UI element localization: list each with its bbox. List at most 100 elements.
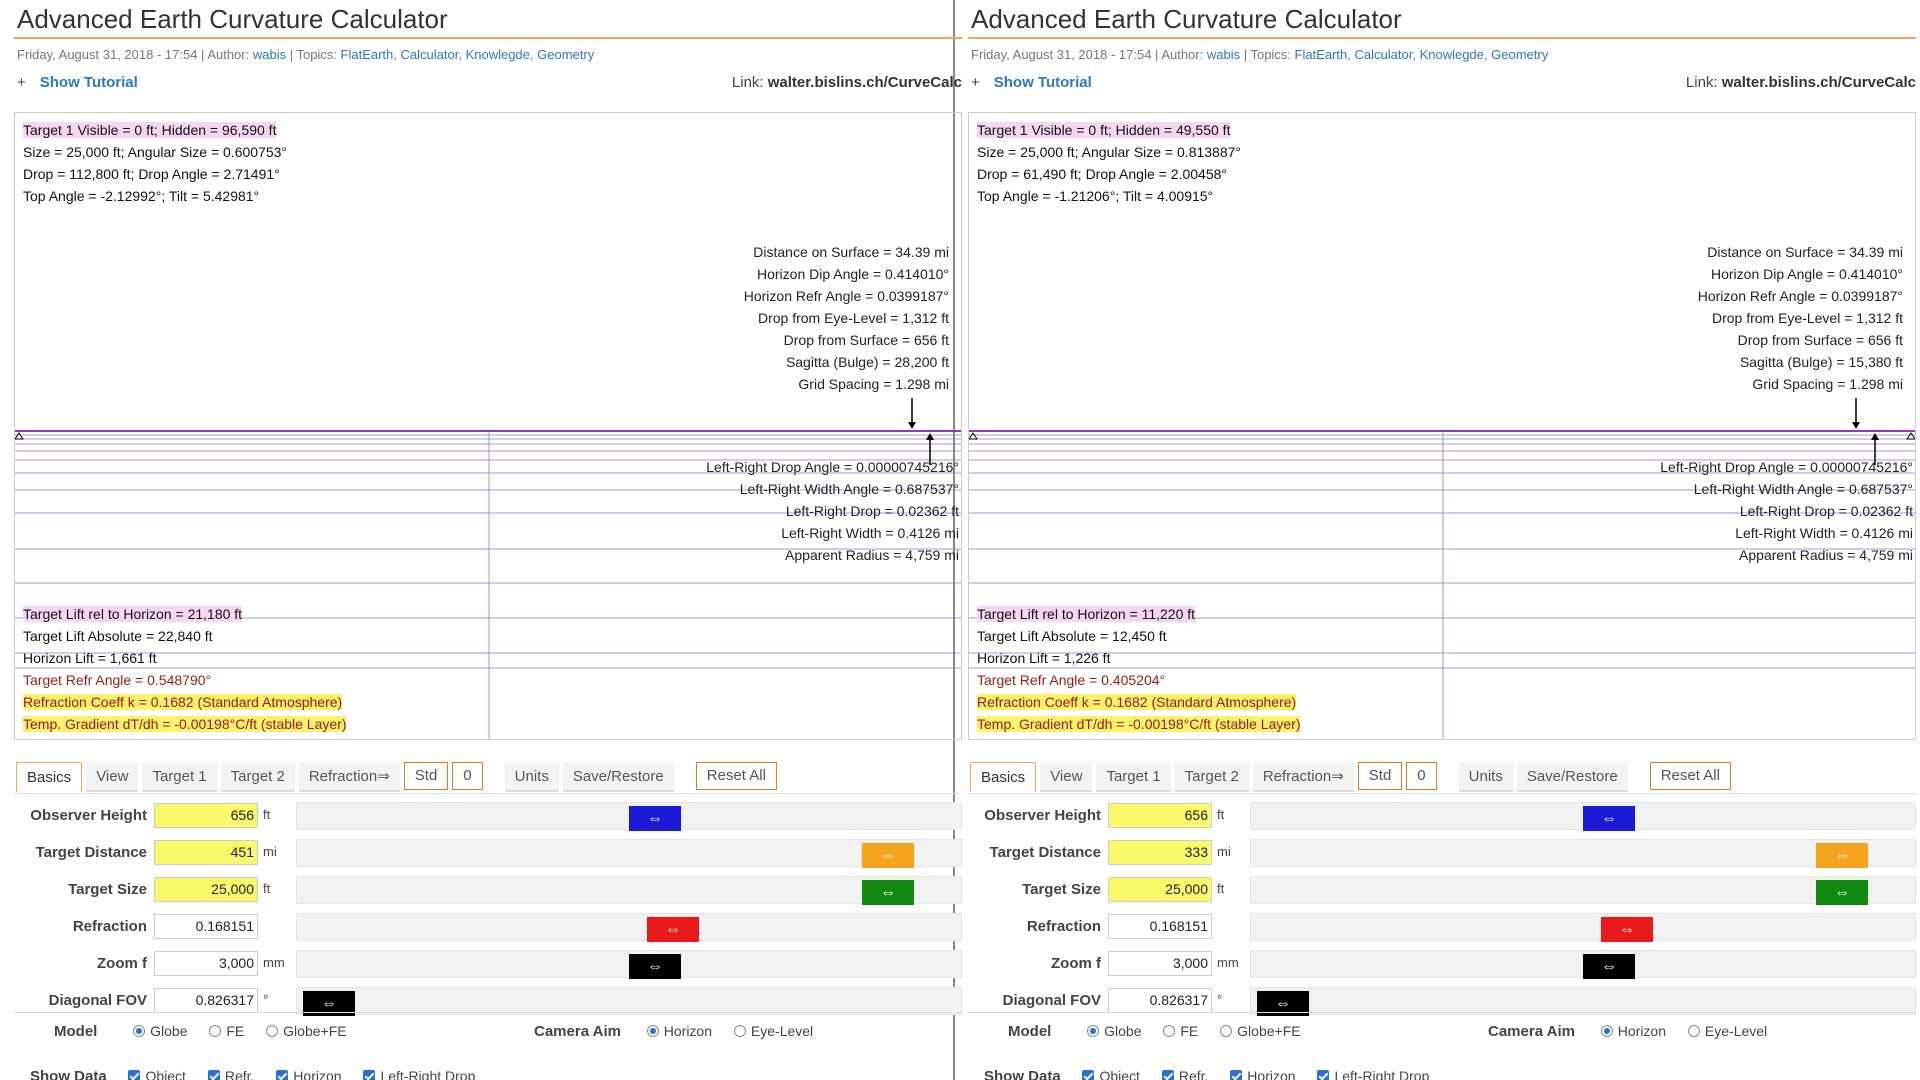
aim-eye-level-radio[interactable]: Eye-Level [733,1023,813,1039]
permalink-url[interactable]: walter.bislins.ch/CurveCalc [768,74,962,91]
topic-link[interactable]: Knowlegde [1420,47,1484,62]
std-button[interactable]: Std [1357,762,1403,790]
zoom-f-slider-handle[interactable]: ⇔ [629,954,681,979]
diagonal-fov-input[interactable]: 0.826317 [1108,988,1212,1013]
article-meta: Friday, August 31, 2018 - 17:54 | Author… [17,47,595,62]
topics-prefix: | Topics: [286,47,341,62]
radio-icon [733,1025,746,1037]
tab-target-2[interactable]: Target 2 [1174,762,1249,792]
tab-target-1[interactable]: Target 1 [1096,762,1171,792]
observer-height-slider[interactable]: ⇔ [1250,802,1916,831]
model-globe-fe-radio[interactable]: Globe+FE [1220,1023,1301,1039]
tab-bar: Basics View Target 1 Target 2 Refraction⇒ Std… [970,762,1735,792]
refraction-input[interactable]: 0.168151 [1108,914,1212,939]
plus-icon: + [17,74,26,91]
zero-button[interactable]: 0 [1406,762,1437,790]
topics-prefix: | Topics: [1240,47,1295,62]
zero-button[interactable]: 0 [452,762,483,790]
observer-height-input[interactable]: 656 [1108,803,1212,828]
show-tutorial-link[interactable]: + Show Tutorial [971,74,1092,91]
topic-link[interactable]: FlatEarth [341,47,394,62]
model-globe-radio[interactable]: Globe [1087,1023,1141,1039]
target-distance-input[interactable]: 333 [1108,840,1212,865]
target-size-slider-handle[interactable]: ⇔ [862,880,914,905]
show-lr-drop-checkbox[interactable]: Left-Right Drop [363,1068,475,1080]
lr-drop: Left-Right Drop = 0.02362 ft [785,503,959,519]
tab-view[interactable]: View [86,762,139,792]
topic-link[interactable]: Calculator [1355,47,1413,62]
target-drop: Drop = 61,490 ft; Drop Angle = 2.00458° [977,166,1227,182]
show-horizon-checkbox[interactable]: Horizon [276,1068,342,1080]
tab-target-2[interactable]: Target 2 [220,762,295,792]
refraction-slider[interactable]: ⇔ [296,913,962,942]
target-distance-slider[interactable]: ⇔ [1250,839,1916,868]
zoom-f-input[interactable]: 3,000 [1108,951,1212,976]
observer-height-slider-handle[interactable]: ⇔ [629,806,681,831]
zoom-f-slider[interactable]: ⇔ [1250,950,1916,979]
target-size-input[interactable]: 25,000 [1108,877,1212,902]
tab-refraction[interactable]: Refraction⇒ [1252,762,1354,792]
target-size-slider[interactable]: ⇔ [296,876,962,905]
refraction-slider-handle[interactable]: ⇔ [1601,917,1653,942]
target-distance-slider-handle[interactable]: ⇔ [862,843,914,868]
observer-height-input[interactable]: 656 [154,803,258,828]
tab-units[interactable]: Units [504,762,559,792]
refraction-slider[interactable]: ⇔ [1250,913,1916,942]
aim-horizon-radio[interactable]: Horizon [1600,1023,1666,1039]
tab-view[interactable]: View [1040,762,1093,792]
zoom-f-slider[interactable]: ⇔ [296,950,962,979]
target-lift-abs: Target Lift Absolute = 22,840 ft [23,628,213,644]
tab-basics[interactable]: Basics [16,762,83,792]
target-distance-slider-handle[interactable]: ⇔ [1816,843,1868,868]
target-distance-slider[interactable]: ⇔ [296,839,962,868]
aim-eye-level-radio[interactable]: Eye-Level [1687,1023,1767,1039]
author-link[interactable]: wabis [1207,47,1240,62]
diagonal-fov-input[interactable]: 0.826317 [154,988,258,1013]
aim-horizon-radio[interactable]: Horizon [646,1023,712,1039]
tab-refraction[interactable]: Refraction⇒ [298,762,400,792]
reset-all-button[interactable]: Reset All [1649,762,1731,790]
target-size-input[interactable]: 25,000 [154,877,258,902]
std-button[interactable]: Std [403,762,449,790]
topic-link[interactable]: Calculator [401,47,459,62]
tab-save-restore[interactable]: Save/Restore [1516,762,1628,792]
tab-units[interactable]: Units [1458,762,1513,792]
topic-link[interactable]: Geometry [537,47,594,62]
target-size-slider-handle[interactable]: ⇔ [1816,880,1868,905]
topic-link[interactable]: Geometry [1491,47,1548,62]
model-fe-radio[interactable]: FE [209,1023,244,1039]
tab-basics[interactable]: Basics [970,762,1037,792]
model-fe-radio[interactable]: FE [1163,1023,1198,1039]
topic-link[interactable]: FlatEarth [1295,47,1348,62]
tab-target-1[interactable]: Target 1 [142,762,217,792]
show-refr-checkbox[interactable]: Refr. [207,1068,254,1080]
zoom-f-input[interactable]: 3,000 [154,951,258,976]
show-tutorial-link[interactable]: + Show Tutorial [17,74,138,91]
author-link[interactable]: wabis [253,47,286,62]
topic-link[interactable]: Knowlegde [466,47,530,62]
show-lr-drop-checkbox[interactable]: Left-Right Drop [1317,1068,1429,1080]
tab-save-restore[interactable]: Save/Restore [562,762,674,792]
observer-height-slider[interactable]: ⇔ [296,802,962,831]
target-size-label: Target Size [1022,881,1101,898]
target-size-slider[interactable]: ⇔ [1250,876,1916,905]
show-object-checkbox[interactable]: Object [128,1068,186,1080]
lift-stats: Target Lift rel to Horizon = 21,180 ft T… [23,603,347,735]
reset-all-button[interactable]: Reset All [695,762,777,790]
horizon-stats: Distance on Surface = 34.39 mi Horizon D… [1698,241,1903,395]
target-distance-input[interactable]: 451 [154,840,258,865]
show-object-checkbox[interactable]: Object [1082,1068,1140,1080]
diagonal-fov-slider[interactable]: ⇔ [1250,987,1916,1016]
zoom-f-slider-handle[interactable]: ⇔ [1583,954,1635,979]
permalink-url[interactable]: walter.bislins.ch/CurveCalc [1722,74,1916,91]
observer-height-slider-handle[interactable]: ⇔ [1583,806,1635,831]
show-refr-checkbox[interactable]: Refr. [1161,1068,1208,1080]
target-size-angular: Size = 25,000 ft; Angular Size = 0.60075… [23,144,288,160]
show-horizon-checkbox[interactable]: Horizon [1230,1068,1296,1080]
model-globe-fe-radio[interactable]: Globe+FE [266,1023,347,1039]
refraction-slider-handle[interactable]: ⇔ [647,917,699,942]
diagonal-fov-unit: ° [1217,992,1223,1007]
refraction-input[interactable]: 0.168151 [154,914,258,939]
diagonal-fov-slider[interactable]: ⇔ [296,987,962,1016]
model-globe-radio[interactable]: Globe [133,1023,187,1039]
